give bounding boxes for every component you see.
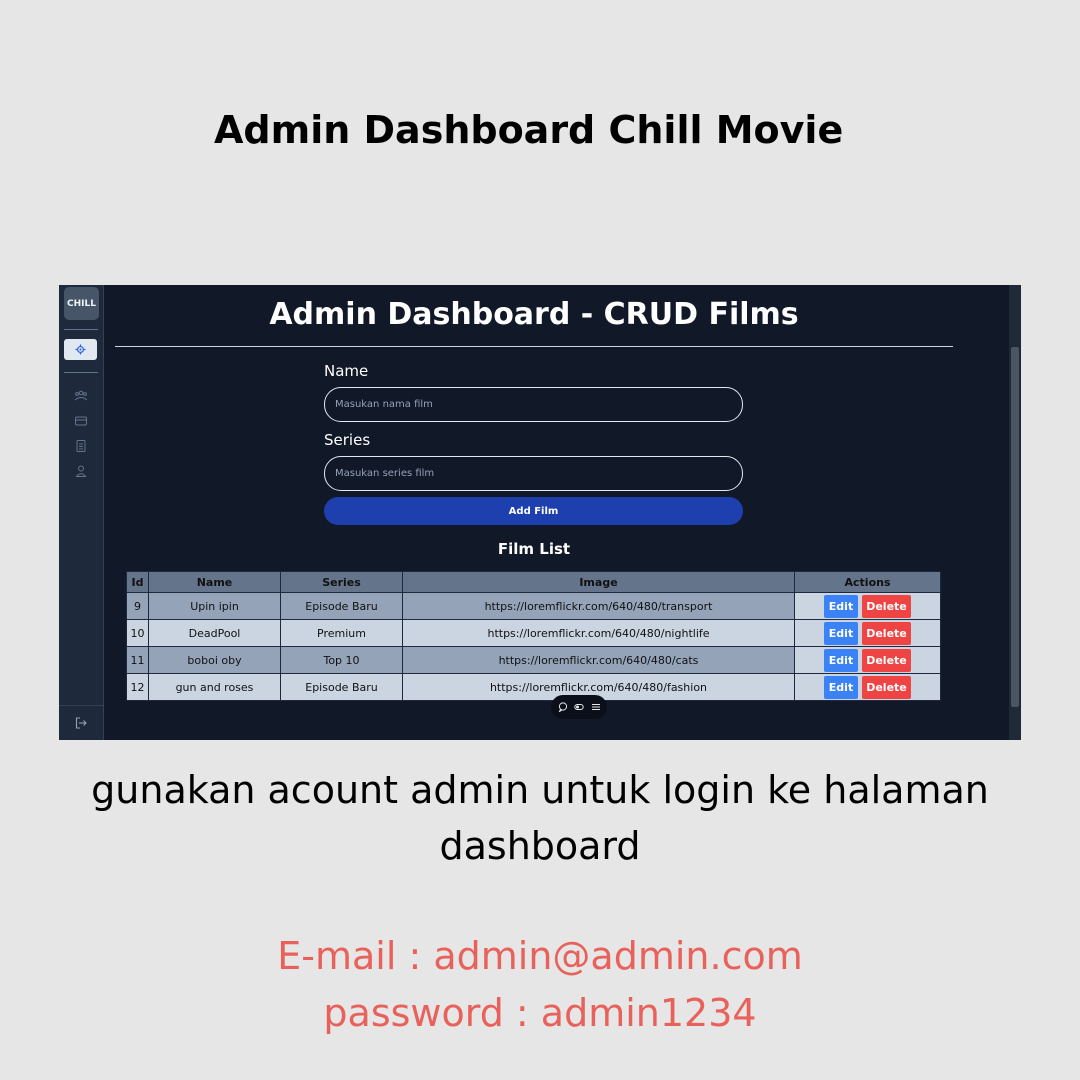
- page-title: Admin Dashboard - CRUD Films: [269, 297, 799, 332]
- app-logo[interactable]: CHILL: [64, 287, 99, 320]
- cell-name: Upin ipin: [148, 592, 281, 620]
- sidebar-divider: [64, 329, 98, 330]
- film-list-title: Film List: [497, 540, 571, 558]
- comment-icon[interactable]: [558, 702, 568, 712]
- name-label: Name: [324, 362, 369, 380]
- edit-button[interactable]: Edit: [824, 648, 858, 672]
- floating-toolbar: [551, 695, 607, 719]
- cell-id: 12: [126, 673, 149, 701]
- cell-image: https://loremflickr.com/640/480/cats: [402, 646, 795, 674]
- edit-button[interactable]: Edit: [824, 594, 858, 618]
- cell-actions: Edit Delete: [794, 619, 941, 647]
- column-header-actions: Actions: [794, 571, 941, 593]
- cell-name: boboi oby: [148, 646, 281, 674]
- scrollbar-thumb[interactable]: [1011, 347, 1019, 707]
- table-row: 10 DeadPool Premium https://loremflickr.…: [126, 619, 941, 647]
- sidebar-divider: [64, 372, 98, 373]
- film-series-input[interactable]: [324, 456, 743, 491]
- logout-icon[interactable]: [74, 716, 88, 730]
- cell-series: Top 10: [280, 646, 403, 674]
- cell-id: 9: [126, 592, 149, 620]
- table-row: 12 gun and roses Episode Baru https://lo…: [126, 673, 941, 701]
- delete-button[interactable]: Delete: [862, 594, 911, 618]
- caption-line: gunakan acount admin untuk login ke hala…: [91, 768, 989, 812]
- add-film-button[interactable]: Add Film: [324, 497, 743, 525]
- edit-button[interactable]: Edit: [824, 675, 858, 699]
- cell-series: Episode Baru: [280, 592, 403, 620]
- instruction-caption: gunakan acount admin untuk login ke hala…: [0, 762, 1080, 874]
- cell-series: Premium: [280, 619, 403, 647]
- sidebar-item-settings[interactable]: [64, 339, 97, 360]
- film-name-input[interactable]: [324, 387, 743, 422]
- scrollbar[interactable]: [1009, 285, 1021, 740]
- table-row: 9 Upin ipin Episode Baru https://loremfl…: [126, 592, 941, 620]
- sidebar: CHILL: [59, 285, 104, 740]
- user-icon[interactable]: [74, 464, 88, 478]
- menu-icon[interactable]: [591, 702, 601, 712]
- cell-series: Episode Baru: [280, 673, 403, 701]
- toggle-icon[interactable]: [574, 702, 584, 712]
- delete-button[interactable]: Delete: [862, 648, 911, 672]
- caption-line: dashboard: [439, 824, 641, 868]
- cell-id: 11: [126, 646, 149, 674]
- cell-name: gun and roses: [148, 673, 281, 701]
- sidebar-footer-divider: [59, 705, 104, 706]
- cell-image: https://loremflickr.com/640/480/nightlif…: [402, 619, 795, 647]
- delete-button[interactable]: Delete: [862, 621, 911, 645]
- title-divider: [115, 346, 953, 347]
- dashboard-screenshot: CHILL Admin Dashboard - CRUD Films Name …: [59, 285, 1021, 740]
- series-label: Series: [324, 431, 371, 449]
- card-icon[interactable]: [74, 414, 88, 428]
- table-header-row: Id Name Series Image Actions: [126, 571, 941, 593]
- cell-image: https://loremflickr.com/640/480/transpor…: [402, 592, 795, 620]
- password-credential: password : admin1234: [323, 991, 757, 1035]
- cell-name: DeadPool: [148, 619, 281, 647]
- cell-actions: Edit Delete: [794, 673, 941, 701]
- column-header-id: Id: [126, 571, 149, 593]
- edit-button[interactable]: Edit: [824, 621, 858, 645]
- cell-id: 10: [126, 619, 149, 647]
- main-content: Admin Dashboard - CRUD Films Name Series…: [104, 285, 1009, 740]
- column-header-series: Series: [280, 571, 403, 593]
- document-icon[interactable]: [74, 439, 88, 453]
- cell-actions: Edit Delete: [794, 646, 941, 674]
- table-row: 11 boboi oby Top 10 https://loremflickr.…: [126, 646, 941, 674]
- poster-title: Admin Dashboard Chill Movie: [214, 108, 844, 152]
- film-table: Id Name Series Image Actions 9 Upin ipin…: [126, 571, 941, 701]
- users-icon[interactable]: [74, 389, 88, 403]
- column-header-image: Image: [402, 571, 795, 593]
- column-header-name: Name: [148, 571, 281, 593]
- delete-button[interactable]: Delete: [862, 675, 911, 699]
- cell-actions: Edit Delete: [794, 592, 941, 620]
- gear-icon: [75, 344, 86, 355]
- email-credential: E-mail : admin@admin.com: [277, 934, 803, 978]
